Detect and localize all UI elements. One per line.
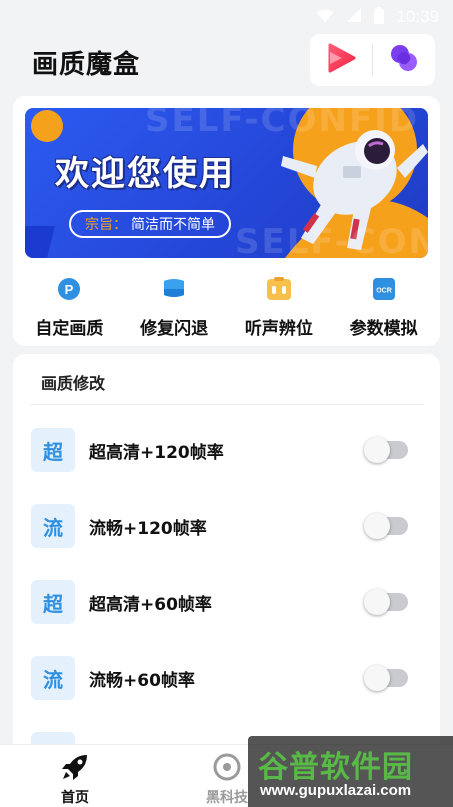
toggle-knob xyxy=(364,665,390,691)
toggle-knob xyxy=(364,589,390,615)
svg-text:P: P xyxy=(65,282,74,297)
setting-row-uhd-120[interactable]: 超 超高清+120帧率 xyxy=(31,427,426,473)
header-actions xyxy=(310,34,435,86)
svg-text:OCR: OCR xyxy=(376,288,392,295)
custom-quality-icon: P xyxy=(56,276,82,302)
toggle-knob xyxy=(364,437,390,463)
banner-subtitle-text: 简洁而不简单 xyxy=(131,217,215,233)
nav-label: 黑科技 xyxy=(206,790,248,806)
welcome-banner[interactable]: SELF-CONFID SELF-CONFID 欢迎您使用 宗旨： 简洁而不简单 xyxy=(25,108,428,258)
app-header: 画质魔盒 xyxy=(0,34,453,90)
setting-row-smooth-120[interactable]: 流 流畅+120帧率 xyxy=(31,503,426,549)
quick-action-param-sim[interactable]: OCR 参数模拟 xyxy=(334,272,434,342)
app-title: 画质魔盒 xyxy=(32,49,141,80)
play-store-button[interactable] xyxy=(310,34,372,86)
battery-icon xyxy=(374,6,385,28)
quick-action-label: 听声辨位 xyxy=(244,319,313,339)
watermark: 谷普软件园 www.gupuxlazai.com xyxy=(248,736,453,807)
banner-subtitle: 宗旨： 简洁而不简单 xyxy=(69,210,231,238)
setting-row-uhd-60[interactable]: 超 超高清+60帧率 xyxy=(31,579,426,625)
setting-badge: 超 xyxy=(31,428,75,472)
setting-toggle[interactable] xyxy=(364,437,408,463)
watermark-text: 谷普软件园 xyxy=(258,750,413,785)
quick-action-label: 参数模拟 xyxy=(349,319,418,339)
setting-label: 超高清+120帧率 xyxy=(89,442,224,463)
rocket-icon xyxy=(59,751,91,783)
setting-row-smooth-60[interactable]: 流 流畅+60帧率 xyxy=(31,655,426,701)
sound-locate-icon xyxy=(266,276,292,302)
setting-toggle[interactable] xyxy=(364,665,408,691)
quick-action-custom-quality[interactable]: P 自定画质 xyxy=(19,272,119,342)
status-bar: 10:39 xyxy=(0,0,453,34)
quick-action-sound-locate[interactable]: 听声辨位 xyxy=(229,272,329,342)
setting-label: 超高清+60帧率 xyxy=(89,594,212,615)
nav-item-home[interactable]: 首页 xyxy=(15,745,135,807)
toggle-knob xyxy=(364,513,390,539)
signal-icon xyxy=(346,7,362,27)
banner-bg-text-lower: SELF-CONFID xyxy=(235,222,428,258)
setting-label: 流畅+60帧率 xyxy=(89,670,195,691)
setting-badge: 流 xyxy=(31,504,75,548)
play-store-icon xyxy=(326,43,356,77)
banner-subtitle-prefix: 宗旨： xyxy=(85,217,127,233)
setting-toggle[interactable] xyxy=(364,589,408,615)
section-title: 画质修改 xyxy=(41,374,106,393)
quality-settings-card: 画质修改 超 超高清+120帧率 流 流畅+120帧率 超 超高清+60帧率 流… xyxy=(13,354,440,754)
repair-icon xyxy=(161,276,187,302)
quick-action-label: 自定画质 xyxy=(35,319,104,339)
setting-badge: 流 xyxy=(31,656,75,700)
nav-label: 首页 xyxy=(61,790,89,806)
setting-label: 流畅+120帧率 xyxy=(89,518,207,539)
link-icon xyxy=(388,42,420,78)
setting-badge: 超 xyxy=(31,580,75,624)
banner-bg-text: SELF-CONFID xyxy=(145,108,420,140)
watermark-url: www.gupuxlazai.com xyxy=(260,782,412,799)
quick-action-repair-crash[interactable]: 修复闪退 xyxy=(124,272,224,342)
banner-title: 欢迎您使用 xyxy=(55,154,235,194)
setting-toggle[interactable] xyxy=(364,513,408,539)
ocr-icon: OCR xyxy=(371,276,397,302)
wifi-icon xyxy=(316,8,334,27)
quick-action-label: 修复闪退 xyxy=(140,319,209,339)
status-time: 10:39 xyxy=(396,7,439,26)
top-card: SELF-CONFID SELF-CONFID 欢迎您使用 宗旨： 简洁而不简单… xyxy=(13,96,440,346)
link-button[interactable] xyxy=(373,34,435,86)
tech-icon xyxy=(211,751,243,783)
section-divider xyxy=(29,404,424,405)
quick-actions: P 自定画质 修复闪退 听声辨位 OCR 参数模拟 xyxy=(13,272,440,342)
